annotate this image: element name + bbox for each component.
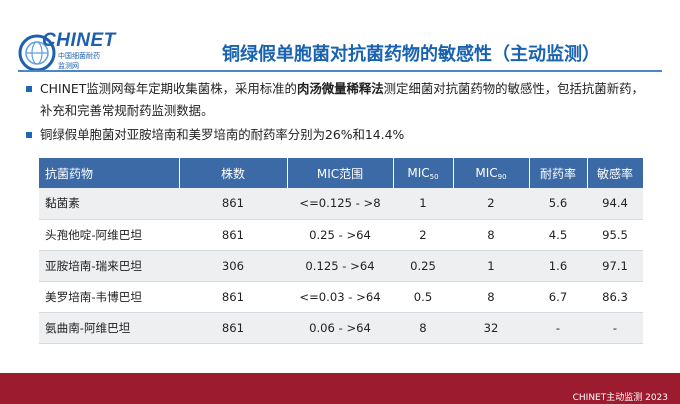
cell-resistant-rate: 6.7 (529, 281, 587, 313)
cell-mic-range: 0.125 - >64 (287, 250, 393, 282)
table-row: 美罗培南-韦博巴坦 861 <=0.03 - >64 0.5 8 6.7 86.… (39, 281, 643, 313)
header-mic90-base: MIC (475, 165, 498, 180)
cell-count: 861 (179, 188, 287, 220)
title-divider (18, 70, 662, 72)
cell-mic90: 32 (453, 312, 529, 344)
cell-drug: 氨曲南-阿维巴坦 (39, 312, 179, 344)
cell-count: 861 (179, 312, 287, 344)
cell-resistant-rate: 1.6 (529, 250, 587, 282)
susceptibility-table: 抗菌药物 株数 MIC范围 MIC50 MIC90 耐药率 敏感率 黏菌素 86… (39, 158, 644, 344)
chinet-logo: CHINET 中国细菌耐药 监测网 (18, 30, 120, 74)
header-resistant-rate: 耐药率 (529, 158, 588, 188)
bullet-square-icon (26, 86, 32, 92)
cell-count: 306 (179, 250, 287, 282)
bullet-methodology: CHINET监测网每年定期收集菌株，采用标准的肉汤微量稀释法测定细菌对抗菌药物的… (26, 78, 646, 122)
cell-mic90: 2 (453, 188, 529, 220)
bullet-resistance-summary: 铜绿假单胞菌对亚胺培南和美罗培南的耐药率分别为26%和14.4% (26, 124, 646, 146)
logo-wordmark: CHINET (42, 30, 116, 51)
cell-drug: 黏菌素 (39, 188, 179, 220)
header-susceptible-rate: 敏感率 (587, 158, 644, 188)
cell-susceptible-rate: 95.5 (587, 219, 643, 251)
cell-susceptible-rate: 86.3 (587, 281, 643, 313)
cell-count: 861 (179, 281, 287, 313)
cell-mic90: 8 (453, 281, 529, 313)
cell-drug: 亚胺培南-瑞来巴坦 (39, 250, 179, 282)
cell-resistant-rate: - (529, 312, 587, 344)
cell-drug: 美罗培南-韦博巴坦 (39, 281, 179, 313)
table-row: 头孢他啶-阿维巴坦 861 0.25 - >64 2 8 4.5 95.5 (39, 219, 643, 251)
table-row: 氨曲南-阿维巴坦 861 0.06 - >64 8 32 - - (39, 312, 643, 344)
header-count: 株数 (179, 158, 288, 188)
cell-mic50: 0.5 (393, 281, 453, 313)
header-drug: 抗菌药物 (39, 158, 180, 188)
cell-mic-range: <=0.125 - >8 (287, 188, 393, 220)
cell-mic50: 2 (393, 219, 453, 251)
page-title: 铜绿假单胞菌对抗菌药物的敏感性（主动监测） (222, 44, 600, 65)
cell-count: 861 (179, 219, 287, 251)
header-mic50-sub: 50 (429, 172, 439, 181)
cell-resistant-rate: 4.5 (529, 219, 587, 251)
cell-mic-range: 0.25 - >64 (287, 219, 393, 251)
bullet-text: 铜绿假单胞菌对亚胺培南和美罗培南的耐药率分别为26%和14.4% (40, 127, 405, 142)
cell-mic50: 1 (393, 188, 453, 220)
bullet-text-pre: CHINET监测网每年定期收集菌株，采用标准的 (40, 81, 297, 96)
cell-mic50: 0.25 (393, 250, 453, 282)
cell-mic-range: 0.06 - >64 (287, 312, 393, 344)
footer-bar: CHINET主动监测 2023 (0, 373, 680, 404)
cell-resistant-rate: 5.6 (529, 188, 587, 220)
table-row: 黏菌素 861 <=0.125 - >8 1 2 5.6 94.4 (39, 188, 643, 220)
header-mic90: MIC90 (453, 158, 530, 188)
table-row: 亚胺培南-瑞来巴坦 306 0.125 - >64 0.25 1 1.6 97.… (39, 250, 643, 282)
cell-susceptible-rate: - (587, 312, 643, 344)
cell-drug: 头孢他啶-阿维巴坦 (39, 219, 179, 251)
logo-subtitle: 中国细菌耐药 (58, 52, 100, 60)
cell-mic50: 8 (393, 312, 453, 344)
bullet-text-bold: 肉汤微量稀释法 (296, 81, 384, 96)
table-header-row: 抗菌药物 株数 MIC范围 MIC50 MIC90 耐药率 敏感率 (39, 158, 644, 188)
cell-mic90: 8 (453, 219, 529, 251)
bullet-square-icon (26, 132, 32, 138)
cell-mic90: 1 (453, 250, 529, 282)
cell-susceptible-rate: 97.1 (587, 250, 643, 282)
cell-mic-range: <=0.03 - >64 (287, 281, 393, 313)
footer-label: CHINET主动监测 2023 (572, 393, 668, 403)
cell-susceptible-rate: 94.4 (587, 188, 643, 220)
header-mic50-base: MIC (407, 165, 430, 180)
header-mic-range: MIC范围 (287, 158, 394, 188)
header-mic90-sub: 90 (497, 172, 507, 181)
header-mic50: MIC50 (393, 158, 454, 188)
